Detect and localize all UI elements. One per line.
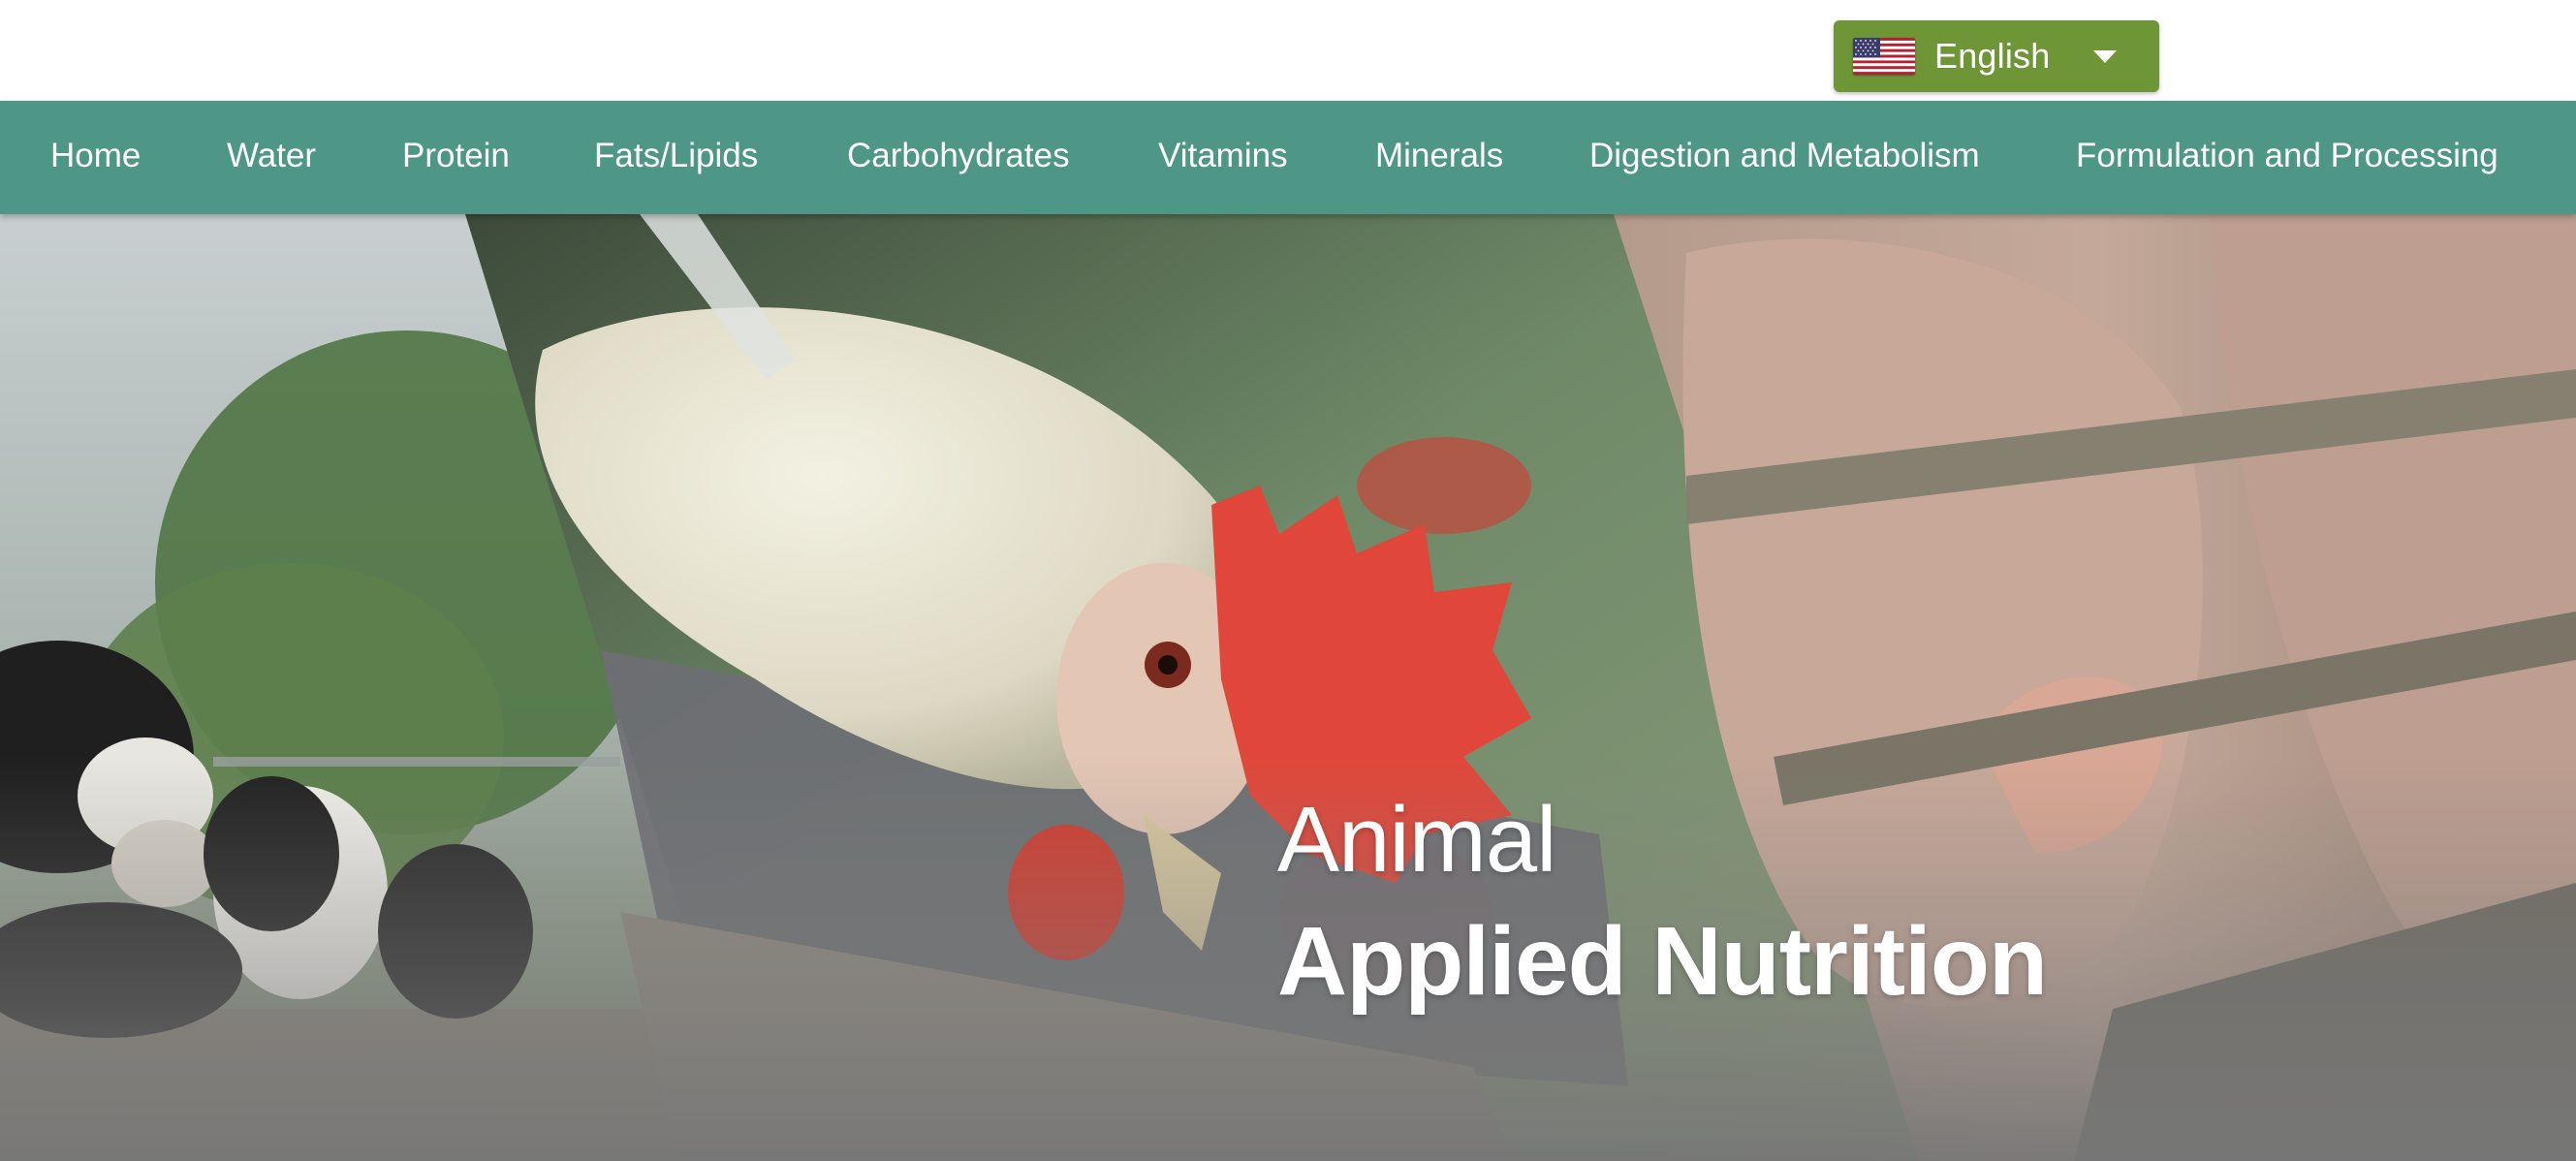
hero-title-line1: Animal [1277,788,1556,892]
hero-title-line2: Applied Nutrition [1277,907,2048,1016]
nav-item-home[interactable]: Home [50,137,141,175]
hero-banner: Animal Applied Nutrition [0,214,2576,1161]
nav-item-carbohydrates[interactable]: Carbohydrates [847,137,1070,175]
nav-item-formulation-and-processing[interactable]: Formulation and Processing [2076,137,2498,175]
chevron-down-icon [2093,49,2117,63]
top-bar: English [0,0,2576,101]
nav-item-protein[interactable]: Protein [402,137,510,175]
language-selector[interactable]: English [1834,20,2159,92]
nav-item-fats-lipids[interactable]: Fats/Lipids [594,137,758,175]
main-nav: Home Water Protein Fats/Lipids Carbohydr… [0,101,2576,214]
nav-item-digestion-and-metabolism[interactable]: Digestion and Metabolism [1589,137,1980,175]
hero-title: Animal Applied Nutrition [1277,782,2048,1024]
nav-item-water[interactable]: Water [227,137,316,175]
nav-item-minerals[interactable]: Minerals [1375,137,1503,175]
language-label: English [1934,36,2051,76]
nav-item-vitamins[interactable]: Vitamins [1158,137,1288,175]
us-flag-icon [1853,38,1915,75]
